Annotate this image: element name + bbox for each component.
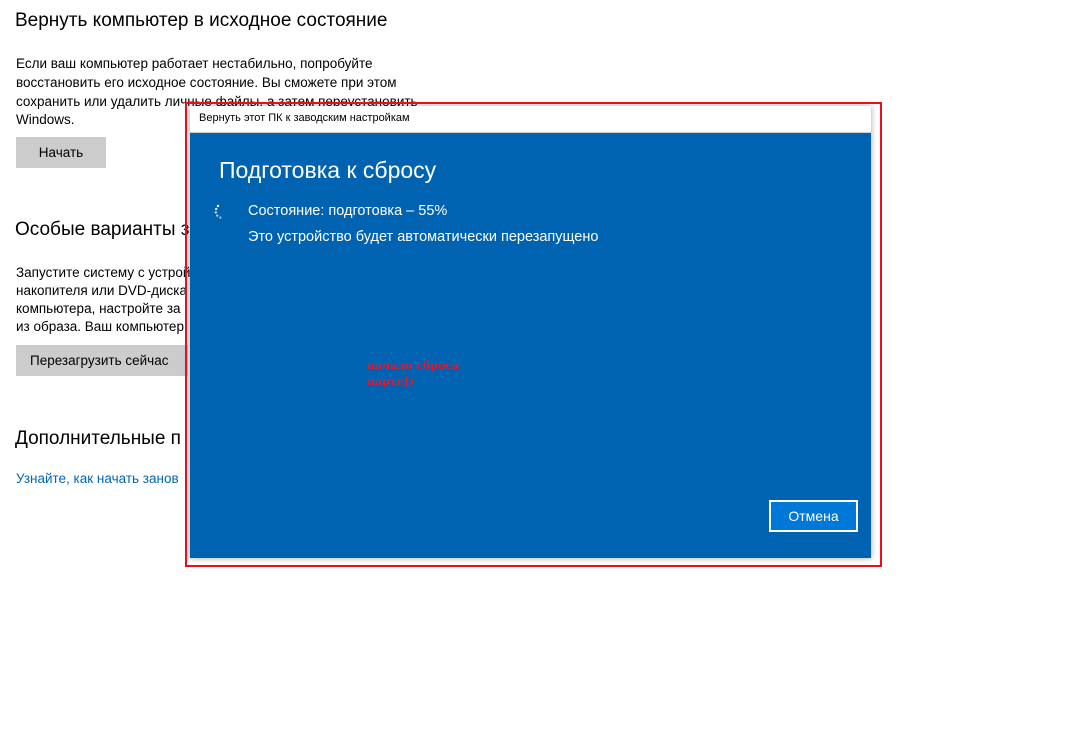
handwritten-annotation: начало сброса парте]) xyxy=(367,358,477,390)
special-boot-description-line-2: накопителя или DVD-диска xyxy=(16,283,187,298)
reset-description-line-1: Если ваш компьютер работает нестабильно,… xyxy=(16,56,373,71)
reset-section-title: Вернуть компьютер в исходное состояние xyxy=(15,10,388,31)
learn-fresh-start-link[interactable]: Узнайте, как начать занов xyxy=(16,471,179,486)
additional-section-title: Дополнительные п xyxy=(15,428,181,449)
settings-page: Вернуть компьютер в исходное состояние Е… xyxy=(0,0,1087,732)
loading-spinner-icon xyxy=(214,204,222,219)
reset-status-text: Состояние: подготовка – 55% xyxy=(248,203,448,219)
special-boot-description-line-3: компьютера, настройте за xyxy=(16,301,181,316)
dialog-body: Подготовка к сбросу Состояние: подготовк… xyxy=(190,133,871,558)
special-boot-description-line-1: Запустите систему с устрой xyxy=(16,265,191,280)
annotation-line-1: начало сброса xyxy=(367,359,460,372)
restart-now-button[interactable]: Перезагрузить сейчас xyxy=(16,345,188,376)
reset-dialog: Вернуть этот ПК к заводским настройкам П… xyxy=(190,106,871,558)
start-reset-button[interactable]: Начать xyxy=(16,137,106,168)
annotation-line-2: парте]) xyxy=(367,375,415,388)
reset-description-line-4: Windows. xyxy=(16,112,75,127)
dialog-heading: Подготовка к сбросу xyxy=(219,157,437,183)
cancel-button[interactable]: Отмена xyxy=(769,500,858,532)
reset-description-line-2: восстановить его исходное состояние. Вы … xyxy=(16,75,397,90)
dialog-titlebar[interactable]: Вернуть этот ПК к заводским настройкам xyxy=(190,106,871,133)
auto-restart-note: Это устройство будет автоматически перез… xyxy=(248,229,599,245)
special-boot-description-line-4: из образа. Ваш компьютер xyxy=(16,319,184,334)
special-boot-section-title: Особые варианты з xyxy=(15,219,190,240)
dialog-window-title: Вернуть этот ПК к заводским настройкам xyxy=(199,112,410,124)
